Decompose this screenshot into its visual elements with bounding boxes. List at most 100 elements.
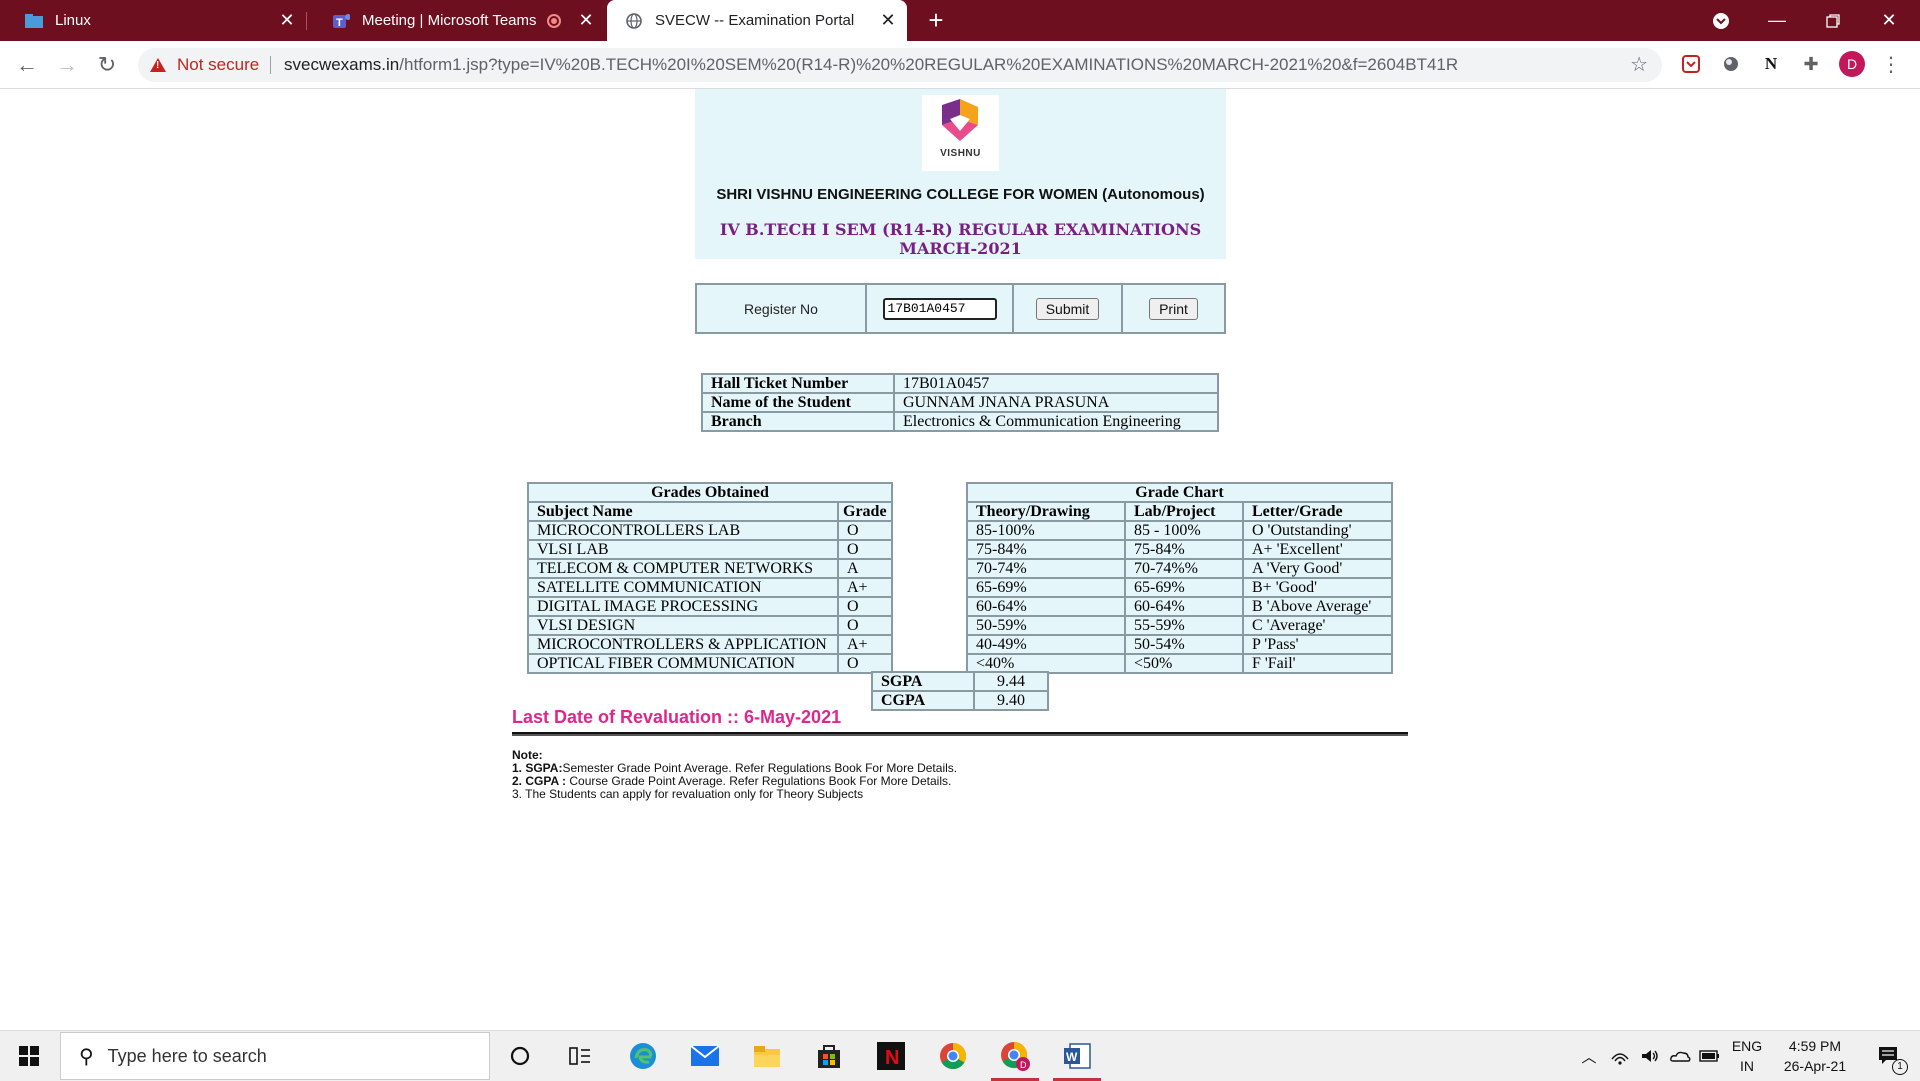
task-view-button[interactable] (552, 1031, 608, 1081)
clock[interactable]: 4:59 PM 26-Apr-21 (1770, 1031, 1860, 1081)
windows-icon (19, 1046, 39, 1066)
notification-center-button[interactable]: 1 (1864, 1031, 1914, 1081)
extension-pocket-icon[interactable] (1679, 52, 1703, 76)
file-explorer-button[interactable] (739, 1031, 795, 1081)
note-item: 3. The Students can apply for revaluatio… (512, 787, 864, 801)
taskbar-search[interactable]: ⚲ Type here to search (60, 1032, 490, 1080)
url-text[interactable]: svecwexams.in/htform1.jsp?type=IV%20B.TE… (284, 48, 1458, 82)
letter-cell: B 'Above Average' (1242, 596, 1393, 617)
chrome-profile-icon: D (1001, 1041, 1030, 1071)
grade-cell: O (837, 615, 893, 636)
lab-cell: 85 - 100% (1124, 520, 1244, 541)
table-row: MICROCONTROLLERS LAB O (527, 520, 893, 541)
print-button[interactable]: Print (1149, 297, 1198, 320)
divider (512, 732, 1408, 736)
word-icon: W (1064, 1043, 1091, 1069)
grade-cell: O (837, 520, 893, 541)
submit-button[interactable]: Submit (1035, 297, 1100, 320)
profile-avatar[interactable]: D (1839, 51, 1865, 77)
volume-icon[interactable] (1636, 1031, 1664, 1081)
extension-circle-icon[interactable] (1719, 52, 1743, 76)
chrome-button[interactable] (925, 1031, 981, 1081)
cgpa-value: 9.40 (973, 690, 1049, 711)
close-icon: ✕ (1881, 10, 1897, 30)
forward-button[interactable]: → (52, 50, 82, 80)
battery-icon[interactable] (1696, 1031, 1724, 1081)
more-menu-icon[interactable]: ⋮ (1879, 52, 1903, 76)
edge-icon (630, 1043, 656, 1069)
close-tab-icon[interactable]: ✕ (577, 11, 595, 29)
column-header-subject: Subject Name (527, 501, 839, 522)
table-row: 60-64% 60-64% B 'Above Average' (966, 596, 1393, 617)
network-icon[interactable] (1606, 1031, 1634, 1081)
chrome-icon (940, 1042, 967, 1070)
register-form: Register No Submit Print (695, 283, 1226, 334)
mail-button[interactable] (677, 1031, 733, 1081)
letter-cell: B+ 'Good' (1242, 577, 1393, 598)
svg-text:T: T (336, 17, 343, 29)
subject-cell: MICROCONTROLLERS & APPLICATION (527, 634, 839, 655)
close-tab-icon[interactable]: ✕ (278, 11, 296, 29)
extensions-puzzle-icon[interactable]: ✚ (1799, 52, 1823, 76)
tab-linux[interactable]: Linux ✕ (0, 0, 306, 41)
grade-cell: A+ (837, 634, 893, 655)
close-window-button[interactable]: ✕ (1861, 0, 1917, 41)
security-indicator[interactable]: Not secure (150, 48, 259, 82)
column-header-grade: Grade (837, 501, 893, 522)
page-content: VISHNU SHRI VISHNU ENGINEERING COLLEGE F… (0, 89, 1920, 1030)
store-button[interactable] (801, 1031, 857, 1081)
theory-cell: 65-69% (966, 577, 1126, 598)
hall-ticket-label: Hall Ticket Number (701, 373, 895, 394)
search-icon: ⚲ (79, 1045, 94, 1068)
netflix-button[interactable]: N (863, 1031, 919, 1081)
lab-cell: 75-84% (1124, 539, 1244, 560)
restore-button[interactable] (1805, 0, 1861, 41)
tab-search-button[interactable] (1693, 0, 1749, 41)
grade-chart-title: Grade Chart (966, 482, 1393, 503)
letter-cell: A 'Very Good' (1242, 558, 1393, 579)
submit-cell: Submit (1012, 283, 1123, 334)
tab-exam-portal[interactable]: SVECW -- Examination Portal ✕ (607, 0, 907, 41)
cortana-circle-icon (510, 1046, 530, 1066)
new-tab-button[interactable]: + (922, 6, 950, 34)
show-hidden-icons-button[interactable]: ︿ (1576, 1031, 1602, 1081)
reload-button[interactable]: ↻ (92, 50, 122, 80)
vishnu-logo-icon (942, 99, 978, 141)
edge-button[interactable] (615, 1031, 671, 1081)
table-row: 75-84% 75-84% A+ 'Excellent' (966, 539, 1393, 560)
url-divider (270, 56, 271, 74)
table-row: VLSI DESIGN O (527, 615, 893, 636)
table-row: MICROCONTROLLERS & APPLICATION A+ (527, 634, 893, 655)
search-placeholder: Type here to search (107, 1045, 267, 1066)
theory-cell: 50-59% (966, 615, 1126, 636)
branch-value: Electronics & Communication Engineering (893, 411, 1219, 432)
onedrive-icon[interactable] (1666, 1031, 1694, 1081)
language-code: ENG (1731, 1038, 1763, 1054)
table-row: 85-100% 85 - 100% O 'Outstanding' (966, 520, 1393, 541)
word-button[interactable]: W (1049, 1031, 1105, 1081)
table-row: SGPA 9.44 (871, 671, 1049, 692)
sgpa-value: 9.44 (973, 671, 1049, 692)
chrome-profile-button[interactable]: D (987, 1031, 1043, 1081)
table-row: Branch Electronics & Communication Engin… (701, 411, 1219, 432)
back-button[interactable]: ← (12, 50, 42, 80)
security-label: Not secure (177, 55, 260, 74)
start-button[interactable] (0, 1031, 58, 1081)
register-number-input[interactable] (882, 297, 997, 320)
address-bar[interactable]: Not secure svecwexams.in/htform1.jsp?typ… (138, 48, 1662, 82)
language-indicator[interactable]: ENG IN (1728, 1031, 1766, 1081)
tab-teams-meeting[interactable]: T Meeting | Microsoft Teams ✕ (307, 0, 605, 41)
cortana-button[interactable] (492, 1031, 548, 1081)
table-row: DIGITAL IMAGE PROCESSING O (527, 596, 893, 617)
close-tab-icon[interactable]: ✕ (879, 11, 897, 29)
folder-icon (754, 1046, 780, 1067)
column-header-theory: Theory/Drawing (966, 501, 1126, 522)
tab-title: Meeting | Microsoft Teams (362, 12, 537, 29)
revaluation-date: Last Date of Revaluation :: 6-May-2021 (512, 707, 842, 727)
minimize-button[interactable]: — (1749, 0, 1805, 41)
bookmark-star-icon[interactable]: ☆ (1630, 48, 1648, 82)
table-row: 40-49% 50-54% P 'Pass' (966, 634, 1393, 655)
extension-n-icon[interactable]: N (1759, 52, 1783, 76)
grade-chart-table: Grade Chart Theory/Drawing Lab/Project L… (966, 482, 1393, 674)
exam-title: IV B.TECH I SEM (R14-R) REGULAR EXAMINAT… (719, 220, 1202, 258)
